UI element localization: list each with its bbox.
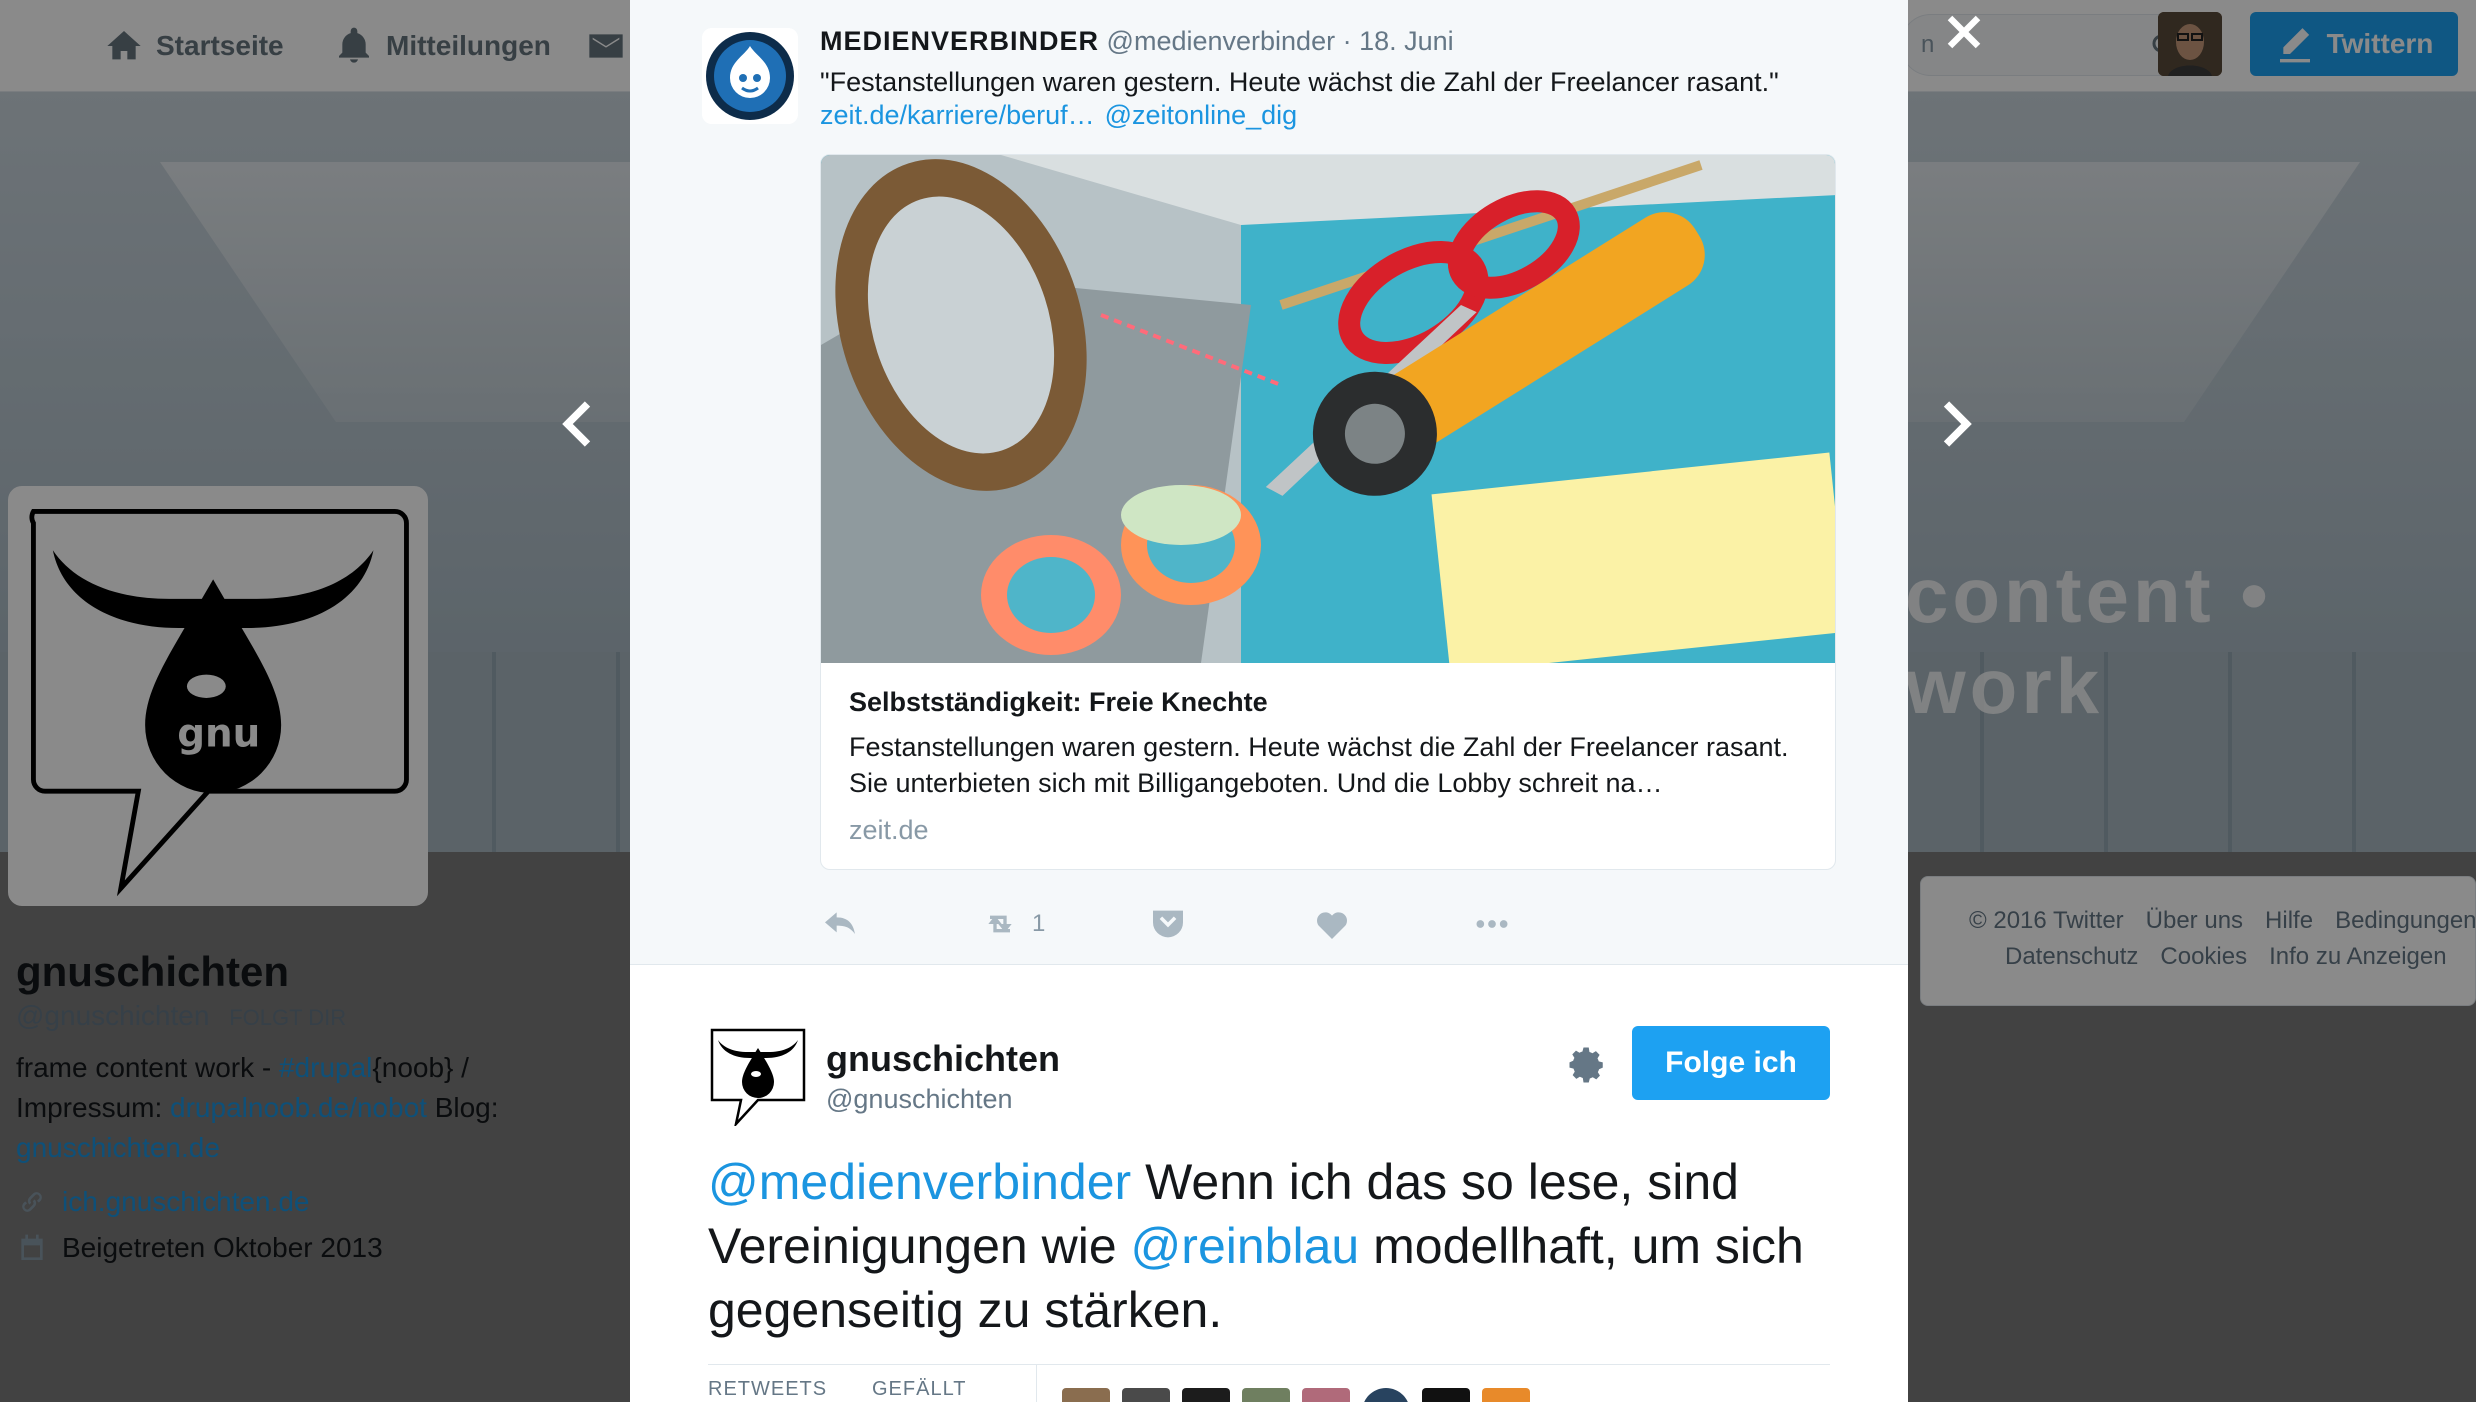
liker-avatar[interactable]	[1062, 1388, 1110, 1402]
liker-avatar[interactable]	[1182, 1388, 1230, 1402]
previous-tweet-button[interactable]	[550, 394, 610, 454]
heart-icon	[1317, 912, 1347, 939]
like-button[interactable]	[1312, 900, 1352, 948]
medienverbinder-avatar[interactable]	[702, 28, 798, 124]
tweet-actions: 1	[820, 900, 1720, 948]
more-icon	[1476, 920, 1508, 928]
chevron-left-icon	[562, 401, 591, 447]
reply-author-handle[interactable]: @gnuschichten	[826, 1084, 1013, 1115]
retweet-icon	[988, 915, 1012, 933]
card-title[interactable]: Selbstständigkeit: Freie Knechte	[849, 687, 1268, 718]
header-separator: ·	[1342, 26, 1352, 56]
reply-tweet-text: @medienverbinder Wenn ich das so lese, s…	[708, 1150, 1868, 1342]
stats-vertical-divider	[1036, 1364, 1037, 1402]
gnuschichten-avatar[interactable]	[708, 1026, 808, 1129]
save-to-pocket-button[interactable]	[1148, 900, 1188, 948]
retweets-stat-label[interactable]: RETWEETS	[708, 1378, 827, 1401]
liker-avatar[interactable]	[1242, 1388, 1290, 1402]
card-description: Festanstellungen waren gestern. Heute wä…	[849, 732, 1789, 798]
drupal-logo-icon	[702, 28, 798, 124]
mention-reinblau[interactable]: @reinblau	[1131, 1218, 1360, 1274]
stats-divider	[708, 1364, 1830, 1365]
gear-icon[interactable]	[1566, 1044, 1608, 1086]
liker-avatar[interactable]	[1122, 1388, 1170, 1402]
card-image[interactable]	[821, 155, 1835, 663]
parent-tweet[interactable]: MEDIENVERBINDER @medienverbinder · 18. J…	[630, 0, 1908, 965]
parent-author-name[interactable]: MEDIENVERBINDER	[820, 26, 1099, 56]
office-supplies-image	[821, 155, 1835, 663]
reply-button[interactable]	[820, 900, 860, 948]
parent-tweet-header: MEDIENVERBINDER @medienverbinder · 18. J…	[820, 26, 1454, 57]
liker-avatar[interactable]	[1482, 1388, 1530, 1402]
link-preview-card[interactable]: Selbstständigkeit: Freie Knechte Festans…	[820, 154, 1836, 870]
parent-tweet-links: zeit.de/karriere/beruf… @zeitonline_dig	[820, 100, 1297, 131]
liker-avatar[interactable]	[1422, 1388, 1470, 1402]
parent-tweet-date[interactable]: 18. Juni	[1359, 26, 1454, 56]
liker-avatar[interactable]	[1302, 1388, 1350, 1402]
retweet-button[interactable]: 1	[980, 900, 1045, 948]
reply-icon	[825, 912, 855, 934]
pocket-icon	[1153, 910, 1183, 938]
chevron-right-icon	[1943, 401, 1972, 447]
liker-avatar[interactable]	[1362, 1388, 1410, 1402]
card-domain: zeit.de	[849, 815, 929, 845]
retweet-count: 1	[1032, 910, 1046, 937]
next-tweet-button[interactable]	[1924, 394, 1984, 454]
likes-stat-label[interactable]: GEFÄLLT	[872, 1378, 966, 1401]
zeitonline-mention[interactable]: @zeitonline_dig	[1105, 100, 1298, 131]
gnu-logo-icon	[710, 1028, 806, 1129]
parent-author-handle[interactable]: @medienverbinder	[1107, 26, 1336, 56]
reply-author-name[interactable]: gnuschichten	[826, 1038, 1060, 1080]
reply-tweet: gnuschichten @gnuschichten Folge ich @me…	[630, 966, 1908, 1402]
more-button[interactable]	[1472, 900, 1512, 948]
article-link[interactable]: zeit.de/karriere/beruf…	[820, 100, 1095, 131]
follow-button[interactable]: Folge ich	[1632, 1026, 1830, 1100]
tweet-modal: MEDIENVERBINDER @medienverbinder · 18. J…	[630, 0, 1908, 1402]
parent-tweet-text: "Festanstellungen waren gestern. Heute w…	[820, 67, 1779, 97]
mention-medienverbinder[interactable]: @medienverbinder	[708, 1154, 1131, 1210]
close-icon[interactable]	[1940, 8, 1988, 56]
